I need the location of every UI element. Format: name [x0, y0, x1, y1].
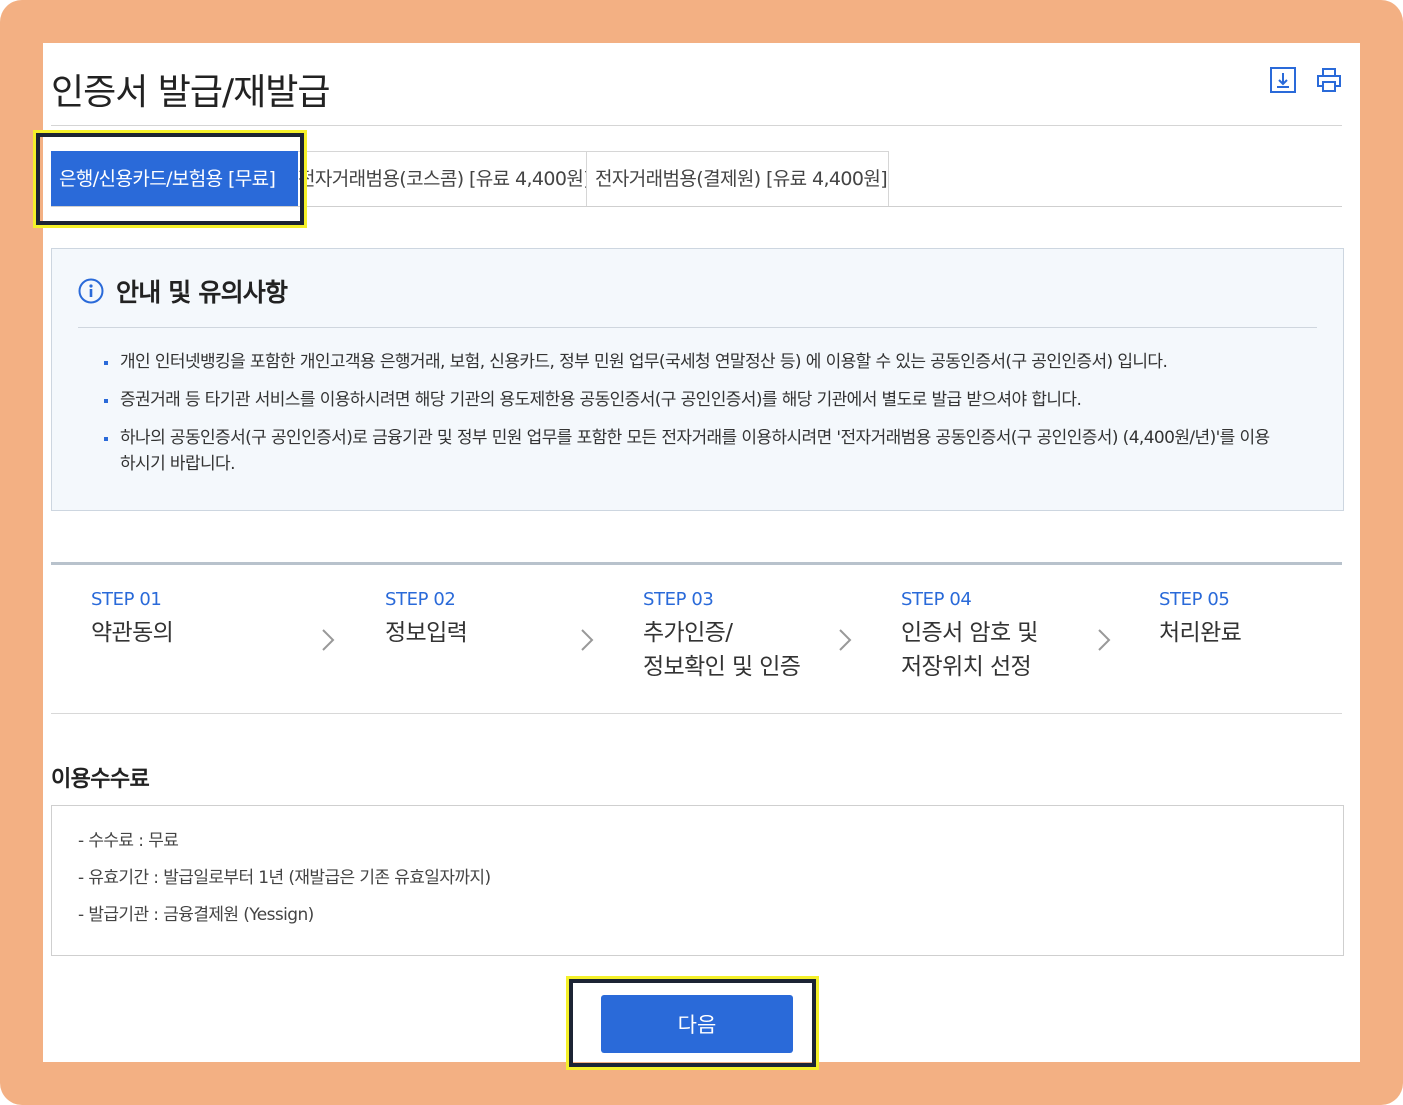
tab-kftc[interactable]: 전자거래범용(결제원) [유료 4,400원]: [587, 151, 889, 207]
step-number: STEP 01: [91, 589, 162, 610]
info-icon: [78, 278, 104, 304]
step-name: 정보입력: [385, 620, 468, 646]
tab-koscom[interactable]: 전자거래범용(코스콤) [유료 4,400원]: [298, 151, 587, 207]
chevron-right-icon: [1098, 629, 1111, 651]
notice-item: 증권거래 등 타기관 서비스를 이용하시려면 해당 기관의 용도제한용 공동인증…: [104, 387, 1284, 413]
fee-list: 수수료 : 무료 유효기간 : 발급일로부터 1년 (재발급은 기존 유효일자까…: [78, 828, 491, 939]
notice-box: 안내 및 유의사항 개인 인터넷뱅킹을 포함한 개인고객용 은행거래, 보험, …: [51, 248, 1344, 511]
content-panel: 인증서 발급/재발급 은행/신용카드/보험용 [무료] 전자거래범용(코스콤) …: [33, 43, 1360, 1070]
steps-top-border: [51, 562, 1342, 565]
fee-box: 수수료 : 무료 유효기간 : 발급일로부터 1년 (재발급은 기존 유효일자까…: [51, 805, 1344, 956]
toolbar: [1270, 67, 1342, 93]
notice-item: 개인 인터넷뱅킹을 포함한 개인고객용 은행거래, 보험, 신용카드, 정부 민…: [104, 349, 1284, 375]
step-number: STEP 02: [385, 589, 456, 610]
page-title: 인증서 발급/재발급: [51, 72, 331, 113]
step-name: 처리완료: [1159, 620, 1242, 646]
step-2: STEP 02 정보입력: [385, 589, 468, 650]
step-4: STEP 04 인증서 암호 및 저장위치 선정: [901, 589, 1038, 684]
notice-item: 하나의 공동인증서(구 공인인증서)로 금융기관 및 정부 민원 업무를 포함한…: [104, 425, 1284, 477]
step-number: STEP 05: [1159, 589, 1230, 610]
notice-divider: [78, 327, 1317, 328]
step-name: 추가인증/ 정보확인 및 인증: [643, 620, 801, 680]
highlight-box-next: [566, 976, 819, 1070]
step-name: 약관동의: [91, 620, 174, 646]
fee-item: 발급기관 : 금융결제원 (Yessign): [78, 902, 491, 928]
chevron-right-icon: [839, 629, 852, 651]
download-icon[interactable]: [1270, 67, 1296, 93]
fee-section-title: 이용수수료: [51, 767, 150, 792]
outer-frame: 인증서 발급/재발급 은행/신용카드/보험용 [무료] 전자거래범용(코스콤) …: [0, 0, 1403, 1105]
print-icon[interactable]: [1316, 67, 1342, 93]
title-divider: [51, 125, 1342, 126]
chevron-right-icon: [322, 629, 335, 651]
notice-header: 안내 및 유의사항: [78, 273, 288, 309]
fee-item: 유효기간 : 발급일로부터 1년 (재발급은 기존 유효일자까지): [78, 865, 491, 891]
step-1: STEP 01 약관동의: [91, 589, 174, 650]
step-5: STEP 05 처리완료: [1159, 589, 1242, 650]
step-number: STEP 04: [901, 589, 972, 610]
notice-title: 안내 및 유의사항: [116, 278, 288, 307]
highlight-box-tab: [33, 130, 307, 228]
step-number: STEP 03: [643, 589, 714, 610]
step-name: 인증서 암호 및 저장위치 선정: [901, 620, 1038, 680]
step-3: STEP 03 추가인증/ 정보확인 및 인증: [643, 589, 801, 684]
fee-item: 수수료 : 무료: [78, 828, 491, 854]
steps-bottom-border: [51, 713, 1342, 714]
notice-list: 개인 인터넷뱅킹을 포함한 개인고객용 은행거래, 보험, 신용카드, 정부 민…: [104, 349, 1284, 489]
chevron-right-icon: [581, 629, 594, 651]
